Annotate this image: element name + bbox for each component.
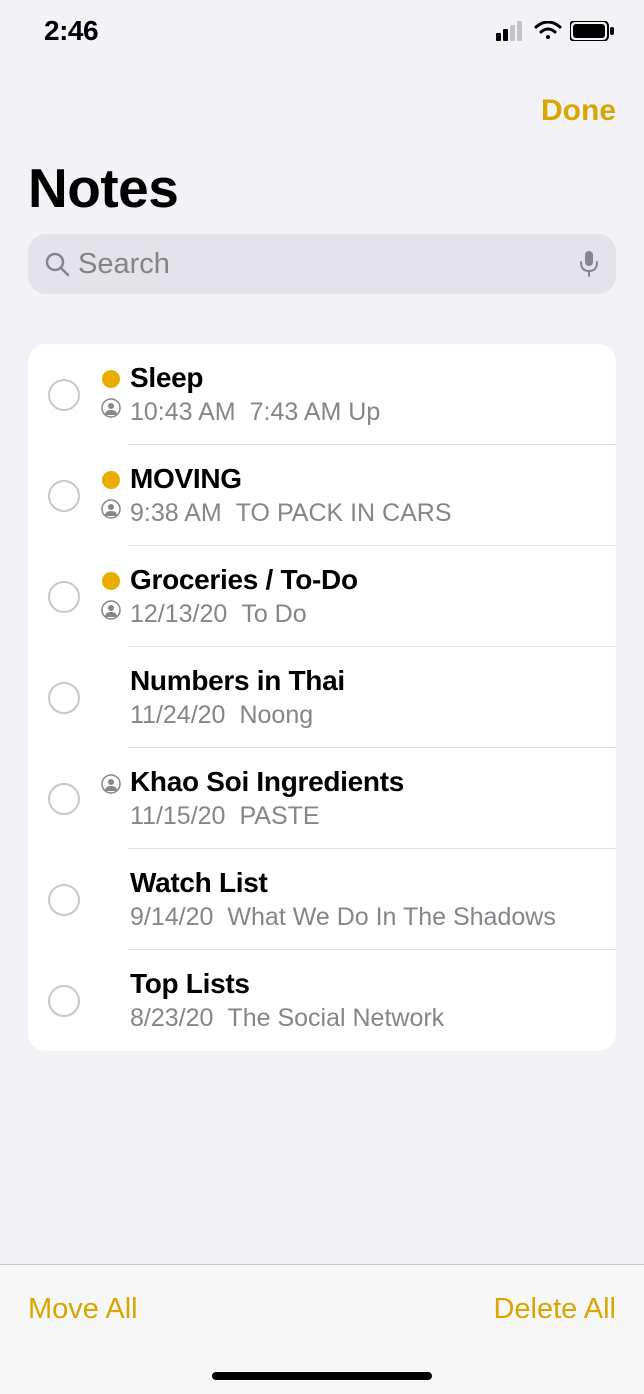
selection-circle[interactable] xyxy=(48,783,80,815)
note-preview: The Social Network xyxy=(227,1004,444,1033)
note-indicators xyxy=(98,564,124,620)
status-time: 2:46 xyxy=(44,15,98,47)
note-title: Groceries / To-Do xyxy=(130,564,616,596)
unread-dot-icon xyxy=(102,572,120,590)
search-field[interactable] xyxy=(28,234,616,294)
note-content: Top Lists 8/23/20 The Social Network xyxy=(130,968,616,1033)
battery-icon xyxy=(570,21,614,41)
shared-person-icon xyxy=(101,600,121,620)
selection-circle[interactable] xyxy=(48,884,80,916)
note-preview: PASTE xyxy=(239,802,319,831)
note-indicators xyxy=(98,362,124,418)
note-preview: What We Do In The Shadows xyxy=(227,903,555,932)
done-button[interactable]: Done xyxy=(541,94,616,128)
note-meta: 8/23/20 The Social Network xyxy=(130,1004,616,1033)
note-content: Khao Soi Ingredients 11/15/20 PASTE xyxy=(130,766,616,831)
unread-dot-icon xyxy=(102,370,120,388)
note-timestamp: 8/23/20 xyxy=(130,1004,213,1033)
status-bar: 2:46 xyxy=(0,0,644,54)
note-meta: 11/15/20 PASTE xyxy=(130,802,616,831)
note-title: Khao Soi Ingredients xyxy=(130,766,616,798)
note-item[interactable]: Numbers in Thai 11/24/20 Noong xyxy=(28,647,616,748)
note-title: Watch List xyxy=(130,867,616,899)
note-meta: 9/14/20 What We Do In The Shadows xyxy=(130,903,616,932)
selection-circle[interactable] xyxy=(48,985,80,1017)
selection-circle[interactable] xyxy=(48,480,80,512)
note-timestamp: 12/13/20 xyxy=(130,600,227,629)
selection-circle[interactable] xyxy=(48,581,80,613)
cellular-icon xyxy=(496,21,526,41)
note-title: Sleep xyxy=(130,362,616,394)
note-timestamp: 11/24/20 xyxy=(130,701,225,730)
note-timestamp: 9:38 AM xyxy=(130,499,222,528)
page-title: Notes xyxy=(0,128,644,234)
shared-person-icon xyxy=(101,774,121,794)
note-meta: 10:43 AM 7:43 AM Up xyxy=(130,398,616,427)
note-indicators xyxy=(98,867,124,875)
status-icons xyxy=(496,21,614,41)
note-preview: 7:43 AM Up xyxy=(250,398,381,427)
home-indicator[interactable] xyxy=(212,1372,432,1380)
selection-circle[interactable] xyxy=(48,682,80,714)
note-content: Watch List 9/14/20 What We Do In The Shado… xyxy=(130,867,616,932)
search-icon xyxy=(44,251,70,277)
note-content: Groceries / To-Do 12/13/20 To Do xyxy=(130,564,616,629)
note-timestamp: 11/15/20 xyxy=(130,802,225,831)
note-indicators xyxy=(98,766,124,794)
note-content: Numbers in Thai 11/24/20 Noong xyxy=(130,665,616,730)
note-item[interactable]: Sleep 10:43 AM 7:43 AM Up xyxy=(28,344,616,445)
unread-dot-icon xyxy=(102,471,120,489)
notes-list: Sleep 10:43 AM 7:43 AM Up MOVING 9:38 AM TO P… xyxy=(28,344,616,1051)
note-item[interactable]: MOVING 9:38 AM TO PACK IN CARS xyxy=(28,445,616,546)
note-content: MOVING 9:38 AM TO PACK IN CARS xyxy=(130,463,616,528)
note-indicators xyxy=(98,665,124,673)
note-meta: 9:38 AM TO PACK IN CARS xyxy=(130,499,616,528)
note-timestamp: 10:43 AM xyxy=(130,398,236,427)
note-item[interactable]: Watch List 9/14/20 What We Do In The Shado… xyxy=(28,849,616,950)
note-title: MOVING xyxy=(130,463,616,495)
selection-circle[interactable] xyxy=(48,379,80,411)
note-item[interactable]: Top Lists 8/23/20 The Social Network xyxy=(28,950,616,1051)
note-content: Sleep 10:43 AM 7:43 AM Up xyxy=(130,362,616,427)
shared-person-icon xyxy=(101,499,121,519)
note-preview: TO PACK IN CARS xyxy=(236,499,452,528)
note-timestamp: 9/14/20 xyxy=(130,903,213,932)
shared-person-icon xyxy=(101,398,121,418)
microphone-icon[interactable] xyxy=(578,250,600,278)
delete-all-button[interactable]: Delete All xyxy=(493,1293,616,1326)
note-meta: 12/13/20 To Do xyxy=(130,600,616,629)
note-preview: Noong xyxy=(239,701,313,730)
move-all-button[interactable]: Move All xyxy=(28,1293,138,1326)
note-title: Numbers in Thai xyxy=(130,665,616,697)
note-item[interactable]: Khao Soi Ingredients 11/15/20 PASTE xyxy=(28,748,616,849)
note-meta: 11/24/20 Noong xyxy=(130,701,616,730)
note-item[interactable]: Groceries / To-Do 12/13/20 To Do xyxy=(28,546,616,647)
note-indicators xyxy=(98,968,124,976)
note-indicators xyxy=(98,463,124,519)
wifi-icon xyxy=(534,21,562,41)
search-input[interactable] xyxy=(78,248,570,281)
note-preview: To Do xyxy=(241,600,306,629)
nav-bar: Done xyxy=(0,54,644,128)
note-title: Top Lists xyxy=(130,968,616,1000)
